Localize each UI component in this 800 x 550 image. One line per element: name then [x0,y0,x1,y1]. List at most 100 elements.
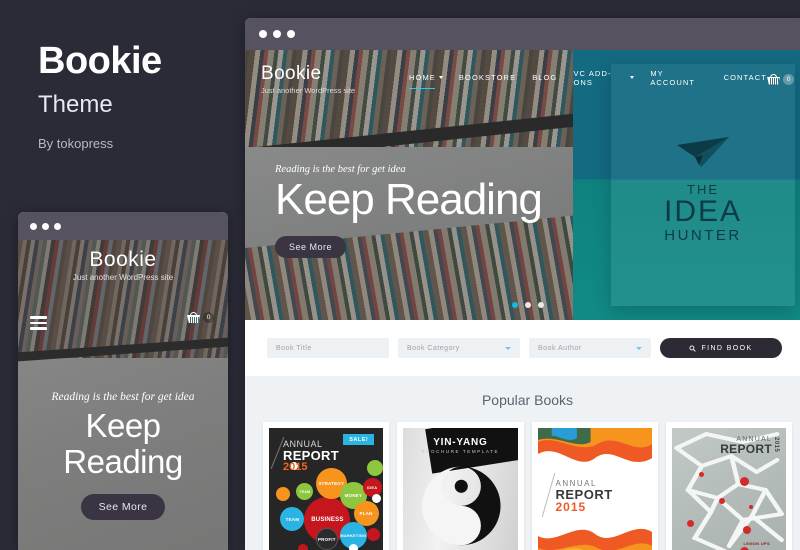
hamburger-menu-icon[interactable] [30,316,47,333]
node-dot [686,520,694,528]
hero-text: Reading is the best for get idea Keep Re… [275,163,543,258]
bubble-profit: PROFIT [315,528,338,550]
chevron-down-icon [630,76,635,79]
book-author-placeholder: Book Author [538,344,582,352]
nav-item-contact[interactable]: CONTACT [724,73,767,85]
window-dot-icon [273,30,281,38]
chevron-down-icon [636,346,642,350]
book-category-select[interactable]: Book Category [398,338,520,358]
window-dot-icon [287,30,295,38]
site-branding[interactable]: Bookie Just another WordPress site [261,63,401,95]
cover-line-1: YIN-YANG [433,437,488,448]
popular-books-heading: Popular Books [481,392,574,408]
book-card[interactable]: SALE! ANNUAL REPORT 2015 BUSINESS STRATE… [263,422,390,550]
desktop-browser-bar [245,18,800,50]
shopping-basket-icon [187,312,200,323]
book-search-bar: Book Title Book Category Book Author FIN… [245,320,800,376]
mobile-see-more-button[interactable]: See More [80,493,166,520]
book-cover-title: ANNUAL REPORT 2015 [283,440,339,473]
nav-item-home[interactable]: HOME [409,73,443,89]
chevron-down-icon [438,76,443,79]
book-cover-image: 2015 ANNUAL REPORT LEMON UPS [671,428,786,550]
search-icon [689,344,697,352]
window-dot-icon [259,30,267,38]
book-cover-image: YIN-YANG BROCHURE TEMPLATE [403,428,518,550]
hero-kicker: Reading is the best for get idea [275,163,406,175]
cover-footer-text: LEMON UPS [743,541,770,546]
mobile-header: Bookie Just another WordPress site [18,248,228,282]
nav-label: BLOG [532,73,558,82]
nav-label: HOME [409,73,436,82]
site-tagline: Just another WordPress site [261,86,356,95]
bubble-decorative [348,544,358,550]
book-category-placeholder: Book Category [407,344,460,352]
slider-dot-1[interactable] [511,302,518,308]
cart-button[interactable]: 0 [767,73,794,85]
nav-item-blog[interactable]: BLOG [532,73,557,85]
find-book-button[interactable]: FIND BOOK [660,338,782,358]
cover-line-3: 2015 [555,500,587,514]
node-dot [699,471,705,477]
nav-item-bookstore[interactable]: BOOKSTORE [459,73,516,85]
book-card[interactable]: 2015 ANNUAL REPORT LEMON UPS [665,422,792,550]
book-title-input[interactable]: Book Title [267,338,389,358]
nav-label: CONTACT [723,73,767,82]
node-dot [718,497,725,504]
yin-yang-icon [422,466,501,546]
book-card-list: SALE! ANNUAL REPORT 2015 BUSINESS STRATE… [245,408,800,550]
book-cover-title: ANNUAL REPORT [720,436,772,455]
window-dot-icon [30,222,37,230]
slider-dot-3[interactable] [537,302,544,308]
mobile-hero-title: Keep Reading [63,407,183,480]
mobile-browser-bar [18,212,228,240]
hero-title: Keep Reading [275,174,543,224]
bubble-decorative [297,544,308,550]
bubble-decorative [371,494,381,503]
bubble-team-small: TEAM [296,483,314,501]
mobile-hero-kicker: Reading is the best for get idea [51,391,195,403]
screenshot-root: Bookie Theme By tokopress Bookie Just an… [0,0,800,550]
nav-item-vc-add-ons[interactable]: VC ADD-ONS [573,68,635,90]
slider-pagination [245,302,800,308]
book-cover-title: ANNUAL REPORT 2015 [555,480,613,514]
cover-year: 2015 [773,437,779,453]
nav-label: VC ADD-ONS [573,68,612,87]
popular-books-section: Popular Books SALE! ANNUAL REPORT 2015 B… [245,376,800,550]
mobile-viewport: Bookie Just another WordPress site 0 Rea… [18,240,228,550]
cover-line-2: IDEA [663,195,743,229]
promo-title: Bookie [38,40,162,82]
cover-line-3: 2015 [283,461,308,473]
book-author-select[interactable]: Book Author [529,338,651,358]
book-title-placeholder: Book Title [276,344,312,352]
promo-subtitle: Theme [38,90,113,118]
mobile-cart-button[interactable]: 0 [187,312,214,323]
mobile-site-logo[interactable]: Bookie [18,248,228,272]
see-more-button[interactable]: See More [275,236,347,258]
hero-section: THE IDEA HUNTER Bookie Just another Word… [245,50,800,320]
shopping-basket-icon [767,73,780,85]
book-cover-text: THE IDEA HUNTER [663,182,743,244]
promo-block: Bookie Theme By tokopress [38,40,238,152]
promo-author: By tokopress [38,136,114,152]
sale-badge: SALE! [343,434,375,445]
desktop-preview: THE IDEA HUNTER Bookie Just another Word… [245,18,800,550]
site-logo[interactable]: Bookie [261,63,401,85]
chevron-down-icon [505,346,511,350]
bubble-decorative [367,459,384,476]
cover-line-2: BROCHURE TEMPLATE [421,449,500,454]
bubble-decorative [367,528,381,542]
book-card[interactable]: YIN-YANG BROCHURE TEMPLATE [397,422,524,550]
site-navbar: Bookie Just another WordPress site HOME … [245,50,800,108]
nav-label: BOOKSTORE [458,73,517,82]
book-card[interactable]: ANNUAL REPORT 2015 [531,422,658,550]
cover-line-2: REPORT [720,442,772,456]
book-cover-image: ANNUAL REPORT 2015 [537,428,652,550]
bubble-decorative [275,487,290,502]
window-dot-icon [42,222,49,230]
book-cover-image: SALE! ANNUAL REPORT 2015 BUSINESS STRATE… [269,428,384,550]
nav-item-my-account[interactable]: MY ACCOUNT [650,69,707,90]
paper-plane-icon [677,136,729,167]
cover-line-3: HUNTER [664,226,742,244]
slider-dot-2[interactable] [524,302,531,308]
cart-count-badge: 0 [783,73,794,85]
